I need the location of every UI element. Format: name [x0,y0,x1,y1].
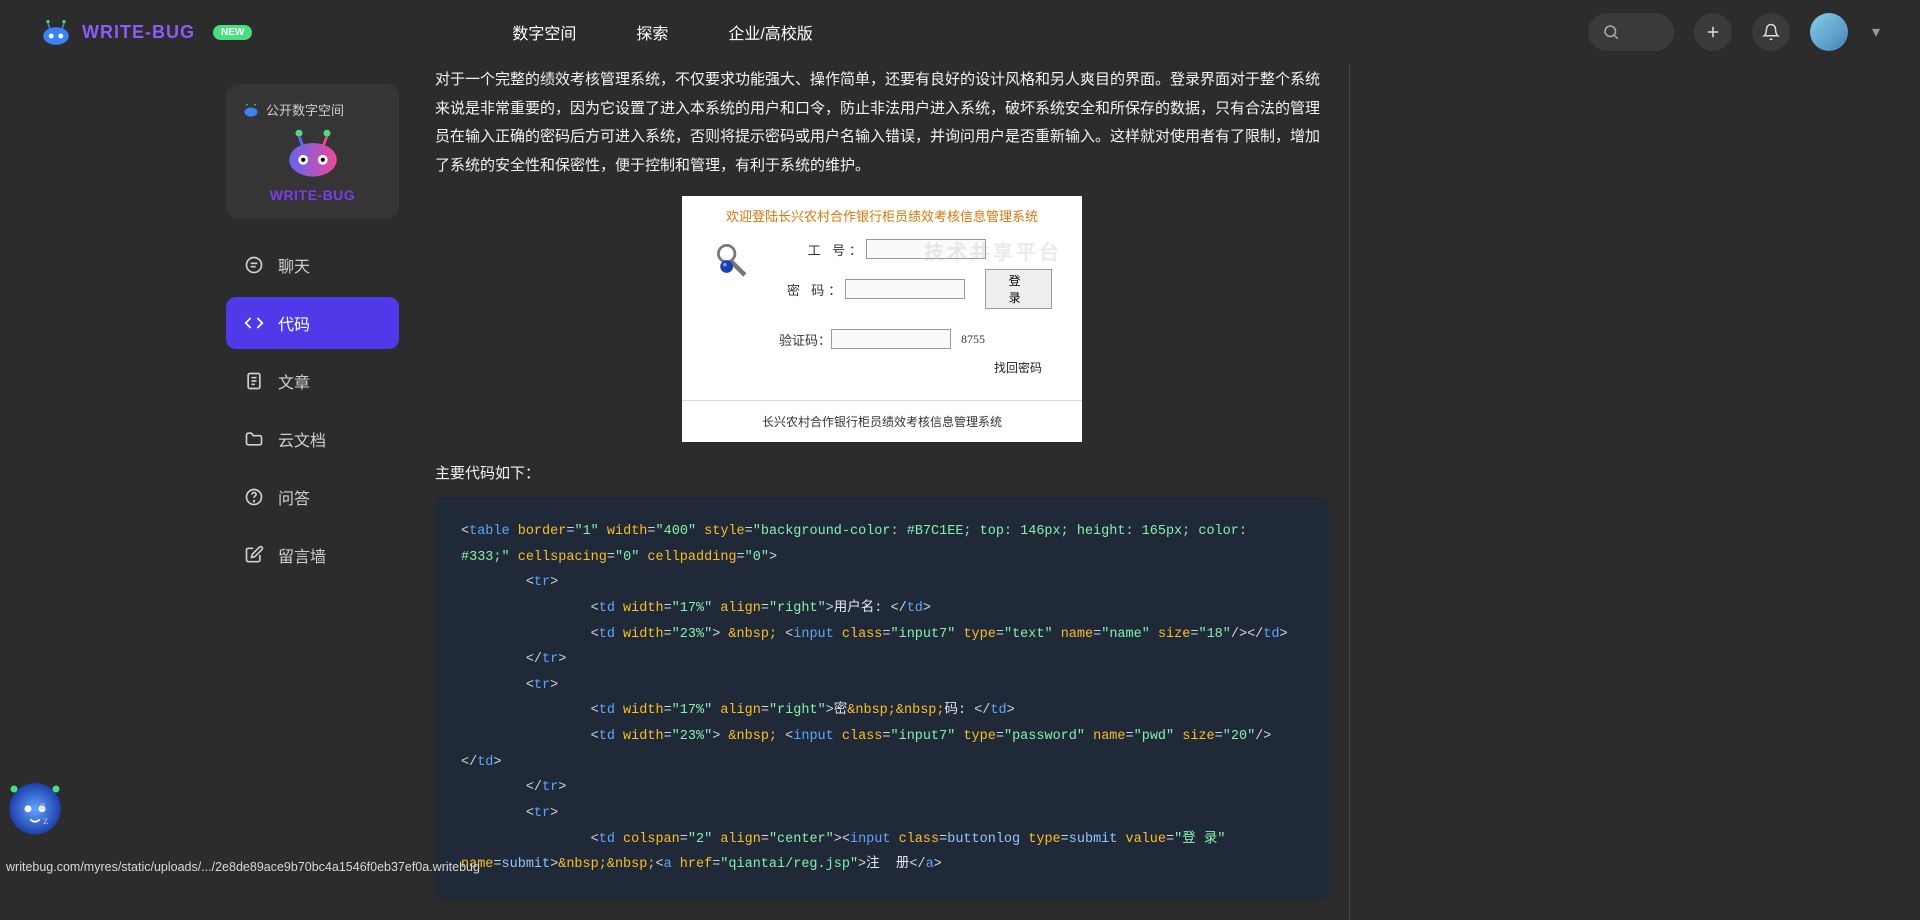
forgot-link: 找回密码 [712,359,1052,376]
sidebar-item-label: 文章 [278,369,310,393]
code-label: 主要代码如下： [435,462,1329,483]
pwd-label: 密 码： [766,280,845,299]
brand-text: WRITE-BUG [82,22,195,43]
code-icon [244,313,264,333]
sidebar-item-label: 问答 [278,485,310,509]
sidebar-item-article[interactable]: 文章 [226,355,399,407]
folder-icon [244,429,264,449]
nav-digital-space[interactable]: 数字空间 [512,20,576,44]
sidebar-item-label: 留言墙 [278,543,326,567]
chat-icon [244,255,264,275]
sidebar-item-wall[interactable]: 留言墙 [226,529,399,581]
verify-input [831,329,951,349]
edit-icon [244,545,264,565]
space-badge-row: 公开数字空间 [242,100,383,119]
space-brand: WRITE-BUG [242,187,383,203]
alien-icon [40,18,72,46]
new-badge: NEW [213,25,252,40]
key-icon [712,239,756,283]
chevron-down-icon[interactable]: ▾ [1872,22,1880,42]
alien-icon [285,129,341,177]
verify-label: 验证码： [779,330,831,349]
add-button[interactable] [1694,13,1732,51]
doc-icon [244,371,264,391]
mascot-icon: z z [0,768,70,838]
verify-code: 8755 [961,332,985,347]
sidebar-item-label: 云文档 [278,427,326,451]
bell-icon [1762,23,1780,41]
id-input [866,239,986,259]
login-screenshot: 欢迎登陆长兴农村合作银行柜员绩效考核信息管理系统 技术共享平台 工 号： 密 码… [682,196,1082,442]
zz-text: z z [40,798,48,828]
nav-enterprise[interactable]: 企业/高校版 [728,20,812,44]
article: 5.3.1 管理员登录界面 对于一个完整的绩效考核管理系统，不仅要求功能强大、操… [415,20,1350,920]
space-card[interactable]: 公开数字空间 WRITE-BUG [226,84,399,219]
notifications-button[interactable] [1752,13,1790,51]
top-header: WRITE-BUG NEW 数字空间 探索 企业/高校版 ▾ [0,0,1920,64]
login-title: 欢迎登陆长兴农村合作银行柜员绩效考核信息管理系统 [682,196,1082,231]
main-content: 5.3.1 管理员登录界面 对于一个完整的绩效考核管理系统，不仅要求功能强大、操… [415,0,1350,920]
id-label: 工 号： [766,240,866,259]
sidebar-item-chat[interactable]: 聊天 [226,239,399,291]
logo[interactable]: WRITE-BUG NEW [40,18,252,46]
header-right: ▾ [1588,13,1880,51]
sidebar-item-qa[interactable]: 问答 [226,471,399,523]
login-footer: 长兴农村合作银行柜员绩效考核信息管理系统 [682,400,1082,442]
help-icon [244,487,264,507]
pwd-input [845,279,965,299]
sidebar-item-label: 代码 [278,311,310,335]
avatar[interactable] [1810,13,1848,51]
primary-nav: 数字空间 探索 企业/高校版 [512,20,812,44]
sidebar-menu: 聊天 代码 文章 云文档 问答 留言墙 [226,239,399,581]
plus-icon [1704,23,1722,41]
status-bar: writebug.com/myres/static/uploads/.../2e… [6,860,480,874]
login-button-mock: 登 录 [985,269,1052,309]
sidebar-item-code[interactable]: 代码 [226,297,399,349]
space-badge-text: 公开数字空间 [266,100,344,119]
search-icon [1602,23,1620,41]
sidebar-item-cloud-docs[interactable]: 云文档 [226,413,399,465]
code-block[interactable]: <table border="1" width="400" style="bac… [435,497,1329,900]
search-box[interactable] [1588,13,1674,51]
sidebar-item-label: 聊天 [278,253,310,277]
section-paragraph: 对于一个完整的绩效考核管理系统，不仅要求功能强大、操作简单，还要有良好的设计风格… [435,66,1329,180]
nav-explore[interactable]: 探索 [636,20,668,44]
sidebar: 公开数字空间 WRITE-BUG 聊天 代码 文章 云文档 问答 留 [210,64,415,878]
alien-small-icon [242,103,260,117]
